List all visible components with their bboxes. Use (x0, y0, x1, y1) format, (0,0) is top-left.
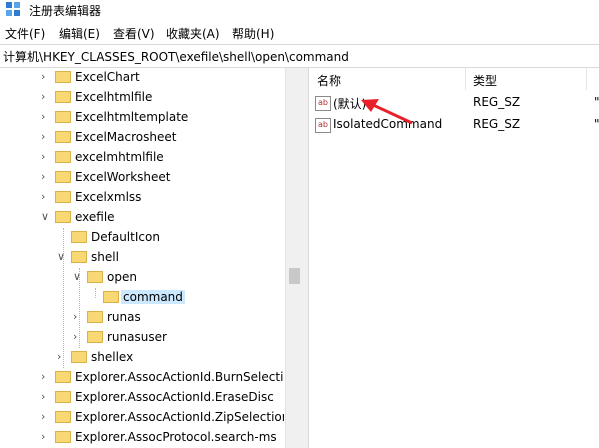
column-divider[interactable] (586, 68, 587, 90)
folder-icon (55, 371, 71, 383)
tree-item-label: open (107, 270, 137, 284)
title-bar: 注册表编辑器 (0, 0, 599, 20)
chevron-down-icon[interactable]: ∨ (73, 271, 83, 283)
folder-icon (71, 251, 87, 263)
tree-item[interactable]: › excelmhtmlfile (0, 148, 284, 168)
folder-icon (55, 151, 71, 163)
column-header-type[interactable]: 类型 (466, 68, 586, 90)
tree-item-label: Explorer.AssocActionId.EraseDisc (75, 390, 274, 404)
chevron-right-icon[interactable]: › (41, 191, 51, 203)
folder-icon (87, 271, 103, 283)
chevron-right-icon[interactable]: › (41, 151, 51, 163)
menu-help[interactable]: 帮助(H) (232, 25, 274, 42)
tree-item[interactable]: › ExcelWorksheet (0, 168, 284, 188)
tree-item[interactable]: › Excelxmlss (0, 188, 284, 208)
chevron-right-icon[interactable]: › (41, 91, 51, 103)
chevron-right-icon[interactable]: › (41, 431, 51, 443)
tree-item[interactable]: › Excelhtmlfile (0, 88, 284, 108)
tree-item-label: Excelhtmltemplate (75, 110, 189, 124)
annotation-arrow (361, 99, 413, 125)
tree-item-label: command (121, 290, 185, 304)
menu-bar: 文件(F) 编辑(E) 查看(V) 收藏夹(A) 帮助(H) (0, 22, 599, 42)
tree-item[interactable]: › Excelhtmltemplate (0, 108, 284, 128)
tree-vertical-scrollbar[interactable] (285, 68, 303, 448)
folder-icon (55, 191, 71, 203)
tree-item[interactable]: › Explorer.AssocActionId.EraseDisc (0, 388, 284, 408)
chevron-right-icon[interactable]: › (41, 171, 51, 183)
chevron-right-icon[interactable]: › (41, 391, 51, 403)
chevron-down-icon[interactable]: ∨ (57, 251, 67, 263)
tree-item[interactable]: command (0, 288, 284, 308)
menu-file[interactable]: 文件(F) (5, 25, 45, 42)
scrollbar-thumb[interactable] (289, 268, 300, 284)
tree-item[interactable]: › ExcelChart (0, 68, 284, 88)
chevron-right-icon[interactable]: › (41, 411, 51, 423)
key-tree[interactable]: › ExcelChart › Excelhtmlfile › Excelhtmltempl… (0, 68, 284, 448)
tree-guide-line (95, 288, 96, 298)
value-data: " (594, 95, 599, 109)
folder-icon (87, 331, 103, 343)
tree-item-label: runas (107, 310, 141, 324)
chevron-right-icon[interactable]: › (41, 71, 51, 83)
folder-icon (103, 291, 119, 303)
tree-item-label: ExcelWorksheet (75, 170, 171, 184)
folder-icon (55, 411, 71, 423)
chevron-right-icon[interactable]: › (73, 311, 83, 323)
tree-guide-line (63, 228, 64, 368)
chevron-right-icon[interactable]: › (73, 331, 83, 343)
folder-icon (87, 311, 103, 323)
tree-item-label: Excelxmlss (75, 190, 142, 204)
tree-item-label: Explorer.AssocActionId.BurnSelection (75, 370, 284, 384)
tree-item[interactable]: › runasuser (0, 328, 284, 348)
values-pane: 名称 类型 ab (默认) REG_SZ " ab IsolatedComman… (309, 68, 599, 448)
tree-item-label: excelmhtmlfile (75, 150, 164, 164)
tree-item[interactable]: › Explorer.AssocActionId.ZipSelection (0, 408, 284, 428)
folder-icon (71, 351, 87, 363)
window-title: 注册表编辑器 (29, 4, 102, 18)
address-bar[interactable]: 计算机\HKEY_CLASSES_ROOT\exefile\shell\open… (0, 44, 599, 68)
value-type: REG_SZ (473, 95, 521, 109)
tree-item-label: Excelhtmlfile (75, 90, 153, 104)
tree-item[interactable]: ∨ open (0, 268, 284, 288)
value-data: " (594, 117, 599, 131)
tree-item[interactable]: › ExcelMacrosheet (0, 128, 284, 148)
folder-icon (55, 71, 71, 83)
folder-icon (55, 91, 71, 103)
value-type: REG_SZ (473, 117, 521, 131)
tree-item[interactable]: ∨ shell (0, 248, 284, 268)
tree-item-label: exefile (75, 210, 115, 224)
tree-item-label: ExcelChart (75, 70, 140, 84)
folder-icon (55, 171, 71, 183)
chevron-right-icon[interactable]: › (57, 351, 67, 363)
tree-item-label: shellex (91, 350, 134, 364)
tree-item[interactable]: DefaultIcon (0, 228, 284, 248)
folder-icon (55, 391, 71, 403)
tree-item-label: Explorer.AssocActionId.ZipSelection (75, 410, 284, 424)
folder-icon (55, 211, 71, 223)
menu-edit[interactable]: 编辑(E) (59, 25, 100, 42)
tree-item[interactable]: ∨ exefile (0, 208, 284, 228)
chevron-right-icon[interactable]: › (41, 111, 51, 123)
tree-item[interactable]: › Explorer.AssocProtocol.search-ms (0, 428, 284, 448)
chevron-right-icon[interactable]: › (41, 131, 51, 143)
address-path[interactable]: 计算机\HKEY_CLASSES_ROOT\exefile\shell\open… (3, 48, 349, 65)
folder-icon (71, 231, 87, 243)
tree-item-label: runasuser (107, 330, 167, 344)
tree-item-label: DefaultIcon (91, 230, 160, 244)
folder-icon (55, 131, 71, 143)
tree-item[interactable]: › Explorer.AssocActionId.BurnSelection (0, 368, 284, 388)
tree-item-label: ExcelMacrosheet (75, 130, 177, 144)
chevron-down-icon[interactable]: ∨ (41, 211, 51, 223)
chevron-right-icon[interactable]: › (41, 371, 51, 383)
tree-item-label: shell (91, 250, 119, 264)
folder-icon (55, 431, 71, 443)
tree-item[interactable]: › runas (0, 308, 284, 328)
tree-guide-line (79, 268, 80, 348)
menu-view[interactable]: 查看(V) (113, 25, 155, 42)
registry-editor-icon (6, 2, 20, 16)
menu-favorites[interactable]: 收藏夹(A) (166, 25, 220, 42)
tree-item-label: Explorer.AssocProtocol.search-ms (75, 430, 277, 444)
tree-item[interactable]: › shellex (0, 348, 284, 368)
folder-icon (55, 111, 71, 123)
